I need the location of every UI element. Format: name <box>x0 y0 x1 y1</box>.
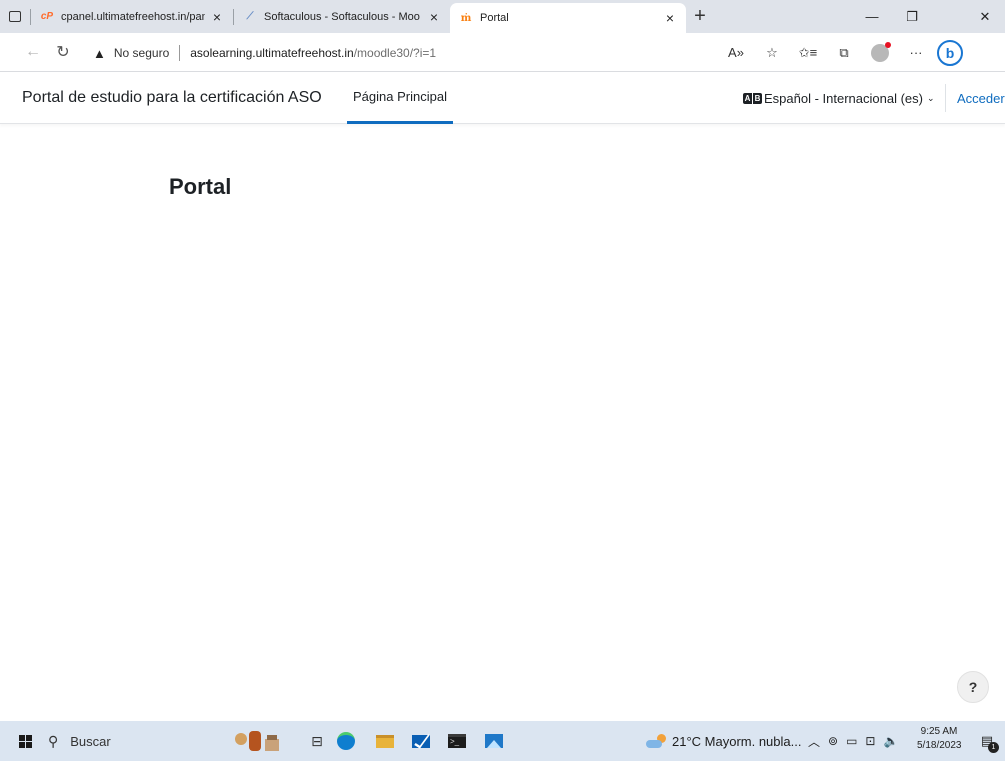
more-menu-icon[interactable]: ··· <box>901 38 931 68</box>
favorites-icon[interactable]: ✩≡ <box>793 38 823 68</box>
taskbar-app-edge[interactable] <box>331 726 361 756</box>
url-host: asolearning.ultimatefreehost.in <box>190 46 354 60</box>
language-label: Español - Internacional (es) <box>764 90 923 106</box>
profile-button[interactable] <box>865 38 895 68</box>
tab-title: Portal <box>480 12 509 24</box>
taskbar-app-explorer[interactable] <box>370 726 400 756</box>
softaculous-icon: ⟋ <box>246 11 254 22</box>
clock-date: 5/18/2023 <box>917 740 962 751</box>
clock-time: 9:25 AM <box>920 726 958 737</box>
site-navbar: Portal de estudio para la certificación … <box>0 72 1005 124</box>
bing-button[interactable]: b <box>935 38 965 68</box>
site-brand[interactable]: Portal de estudio para la certificación … <box>22 72 322 124</box>
read-aloud-icon[interactable]: A» <box>721 38 751 68</box>
address-bar[interactable]: ▲ No seguro asolearning.ultimatefreehost… <box>93 39 713 67</box>
terminal-icon: >_ <box>448 734 466 748</box>
weather-widget[interactable]: 21°C Mayorm. nubla... <box>646 721 801 761</box>
notification-button[interactable]: ▤ 1 <box>975 729 999 753</box>
login-link[interactable]: Acceder <box>957 72 1005 124</box>
folder-icon <box>376 734 394 748</box>
task-view-button[interactable]: ⊟ <box>302 726 332 756</box>
moodle-icon: ṁ <box>460 12 472 24</box>
language-icon-letter: B <box>753 92 762 104</box>
close-window-icon[interactable]: ✕ <box>965 0 1005 33</box>
meet-now-icon[interactable]: ⊚ <box>828 734 838 748</box>
tab-close-icon[interactable]: × <box>662 10 678 26</box>
avatar-icon <box>871 41 891 62</box>
taskbar-app-terminal[interactable]: >_ <box>442 726 472 756</box>
tab-actions-button[interactable] <box>0 0 30 33</box>
volume-icon[interactable]: 🔈 <box>883 734 898 748</box>
refresh-icon[interactable]: ↻ <box>48 37 78 67</box>
back-arrow-icon[interactable]: ← <box>18 37 48 67</box>
help-button[interactable]: ? <box>957 671 989 703</box>
new-tab-button[interactable]: + <box>686 0 714 33</box>
tab-close-icon[interactable]: × <box>426 9 442 25</box>
tab-close-icon[interactable]: × <box>209 9 225 25</box>
weather-text: 21°C Mayorm. nubla... <box>672 733 802 749</box>
navbar-divider <box>945 84 946 112</box>
start-button[interactable] <box>10 721 40 761</box>
language-selector[interactable]: A B Español - Internacional (es) ⌄ <box>743 72 935 124</box>
chevron-down-icon: ⌄ <box>926 92 935 103</box>
chevron-up-icon[interactable]: ︿ <box>808 733 820 750</box>
windows-logo-icon <box>18 734 32 748</box>
security-label: No seguro <box>113 46 170 60</box>
taskbar-search[interactable]: ⚲ Buscar <box>48 721 228 761</box>
browser-toolbar-icons: A» ☆ ✩≡ ⧉ ··· b <box>721 33 965 72</box>
tab-portal[interactable]: ṁ Portal × <box>450 3 686 33</box>
taskbar-clock[interactable]: 9:25 AM 5/18/2023 <box>917 725 962 753</box>
restore-icon[interactable]: ❐ <box>892 0 932 33</box>
mail-icon <box>412 734 430 748</box>
language-icon-letter: A <box>743 92 752 104</box>
favorite-add-icon[interactable]: ☆ <box>757 38 787 68</box>
search-icon: ⚲ <box>48 732 59 749</box>
tab-title: cpanel.ultimatefreehost.in/panel/ <box>61 10 205 23</box>
tab-actions-icon <box>9 11 21 22</box>
edge-icon <box>337 732 355 750</box>
weather-icon <box>646 734 666 748</box>
nav-home-link[interactable]: Página Principal <box>347 72 453 124</box>
tab-title: Softaculous - Softaculous - Moo <box>264 10 420 23</box>
windows-taskbar: ⚲ Buscar ⊟ >_ 21°C Mayorm. nubla... ︿ ⊚ … <box>0 721 1005 761</box>
photos-icon <box>485 734 503 748</box>
taskbar-search-label: Buscar <box>70 733 111 749</box>
task-view-icon: ⊟ <box>311 732 323 749</box>
url-path: /moodle30/?i=1 <box>353 46 437 60</box>
language-icon: A B <box>743 92 762 104</box>
browser-tab-strip: cP cpanel.ultimatefreehost.in/panel/ × ⟋… <box>0 0 1005 33</box>
search-highlight-icon[interactable] <box>233 729 281 753</box>
taskbar-app-mail[interactable] <box>406 726 436 756</box>
notification-count: 1 <box>988 742 999 753</box>
page-title: Portal <box>169 174 232 199</box>
address-divider <box>179 45 181 61</box>
network-icon[interactable]: ⊡ <box>865 734 875 748</box>
tab-softaculous[interactable]: ⟋ Softaculous - Softaculous - Moo × <box>234 0 450 33</box>
collections-icon[interactable]: ⧉ <box>829 38 859 68</box>
system-tray: ︿ ⊚ ▭ ⊡ 🔈 <box>808 721 906 761</box>
minimize-icon[interactable]: — <box>852 0 892 33</box>
taskbar-app-photos[interactable] <box>479 726 509 756</box>
warning-icon: ▲ <box>93 45 106 61</box>
battery-icon[interactable]: ▭ <box>846 734 857 748</box>
tab-cpanel[interactable]: cP cpanel.ultimatefreehost.in/panel/ × <box>31 0 233 33</box>
bing-icon: b <box>937 39 963 66</box>
cpanel-icon: cP <box>40 11 54 22</box>
